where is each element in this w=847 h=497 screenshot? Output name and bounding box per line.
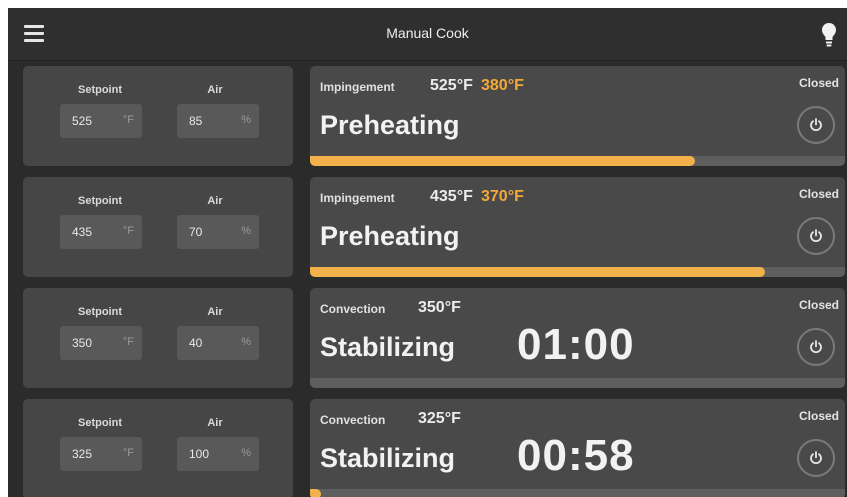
door-status-label: Closed [798,76,839,90]
manual-cook-screen: Manual Cook Setpoint Air 525 °F 85 % Imp… [8,8,847,497]
cook-mode-label: Convection [320,302,386,316]
cook-mode-label: Impingement [320,191,395,205]
air-unit: % [241,114,251,126]
zone-row: Setpoint Air 325 °F 100 % Convection 325… [8,397,847,497]
cook-mode-label: Impingement [320,80,395,94]
air-unit: % [241,447,251,459]
actual-temperature: 435°F [430,188,473,205]
door-status-label: Closed [798,409,839,423]
actual-temperature: 525°F [430,77,473,94]
lightbulb-icon[interactable] [821,22,837,48]
power-button[interactable] [797,217,835,255]
air-input[interactable]: 40 % [177,326,259,360]
zone-status-panel: Convection 350°F Stabilizing 01:00 Close… [310,288,845,388]
countdown-timer: 01:00 [517,320,635,369]
door-status-label: Closed [798,187,839,201]
zone-status-text: Preheating [320,110,460,140]
top-bar: Manual Cook [8,8,847,61]
setpoint-unit: °F [122,447,134,459]
progress-bar [310,489,845,497]
setpoint-value: 325 [72,447,93,461]
target-temperature: 370°F [481,188,524,205]
zone-settings-panel: Setpoint Air 525 °F 85 % [23,66,293,166]
door-status-label: Closed [798,298,839,312]
setpoint-unit: °F [122,336,134,348]
zone-status-panel: Impingement 525°F 380°F Preheating Close… [310,66,845,166]
setpoint-label: Setpoint [78,84,122,96]
progress-bar-fill [310,156,696,166]
zone-row: Setpoint Air 350 °F 40 % Convection 350°… [8,286,847,390]
progress-bar-fill [310,489,321,497]
air-unit: % [241,336,251,348]
zone-row: Setpoint Air 435 °F 70 % Impingement 435… [8,175,847,279]
air-label: Air [207,195,223,207]
setpoint-input[interactable]: 525 °F [60,104,142,138]
actual-temperature: 350°F [418,299,461,316]
air-value: 70 [189,225,203,239]
setpoint-unit: °F [122,114,134,126]
target-temperature: 380°F [481,77,524,94]
air-value: 85 [189,114,203,128]
air-input[interactable]: 70 % [177,215,259,249]
air-input[interactable]: 100 % [177,437,259,471]
zone-settings-panel: Setpoint Air 325 °F 100 % [23,399,293,497]
zone-status-text: Stabilizing [320,332,455,362]
zone-settings-panel: Setpoint Air 435 °F 70 % [23,177,293,277]
power-button[interactable] [797,328,835,366]
zone-settings-panel: Setpoint Air 350 °F 40 % [23,288,293,388]
setpoint-value: 350 [72,336,93,350]
setpoint-input[interactable]: 435 °F [60,215,142,249]
page-title: Manual Cook [386,25,469,41]
cook-mode-label: Convection [320,413,386,427]
power-button[interactable] [797,106,835,144]
air-label: Air [207,417,223,429]
zone-status-panel: Convection 325°F Stabilizing 00:58 Close… [310,399,845,497]
power-icon [810,451,822,465]
zone-status-text: Preheating [320,221,460,251]
setpoint-input[interactable]: 350 °F [60,326,142,360]
progress-bar [310,267,845,277]
power-button[interactable] [797,439,835,477]
setpoint-input[interactable]: 325 °F [60,437,142,471]
countdown-timer: 00:58 [517,431,635,480]
power-icon [810,340,822,354]
zone-row: Setpoint Air 525 °F 85 % Impingement 525… [8,64,847,168]
setpoint-unit: °F [122,225,134,237]
air-label: Air [207,84,223,96]
air-value: 40 [189,336,203,350]
zone-status-text: Stabilizing [320,443,455,473]
air-unit: % [241,225,251,237]
air-value: 100 [189,447,210,461]
air-input[interactable]: 85 % [177,104,259,138]
setpoint-label: Setpoint [78,195,122,207]
setpoint-label: Setpoint [78,417,122,429]
power-icon [810,229,822,243]
setpoint-value: 435 [72,225,93,239]
power-icon [810,118,822,132]
progress-bar-fill [310,267,765,277]
setpoint-value: 525 [72,114,93,128]
progress-bar [310,378,845,388]
actual-temperature: 325°F [418,410,461,427]
air-label: Air [207,306,223,318]
progress-bar [310,156,845,166]
zone-status-panel: Impingement 435°F 370°F Preheating Close… [310,177,845,277]
setpoint-label: Setpoint [78,306,122,318]
